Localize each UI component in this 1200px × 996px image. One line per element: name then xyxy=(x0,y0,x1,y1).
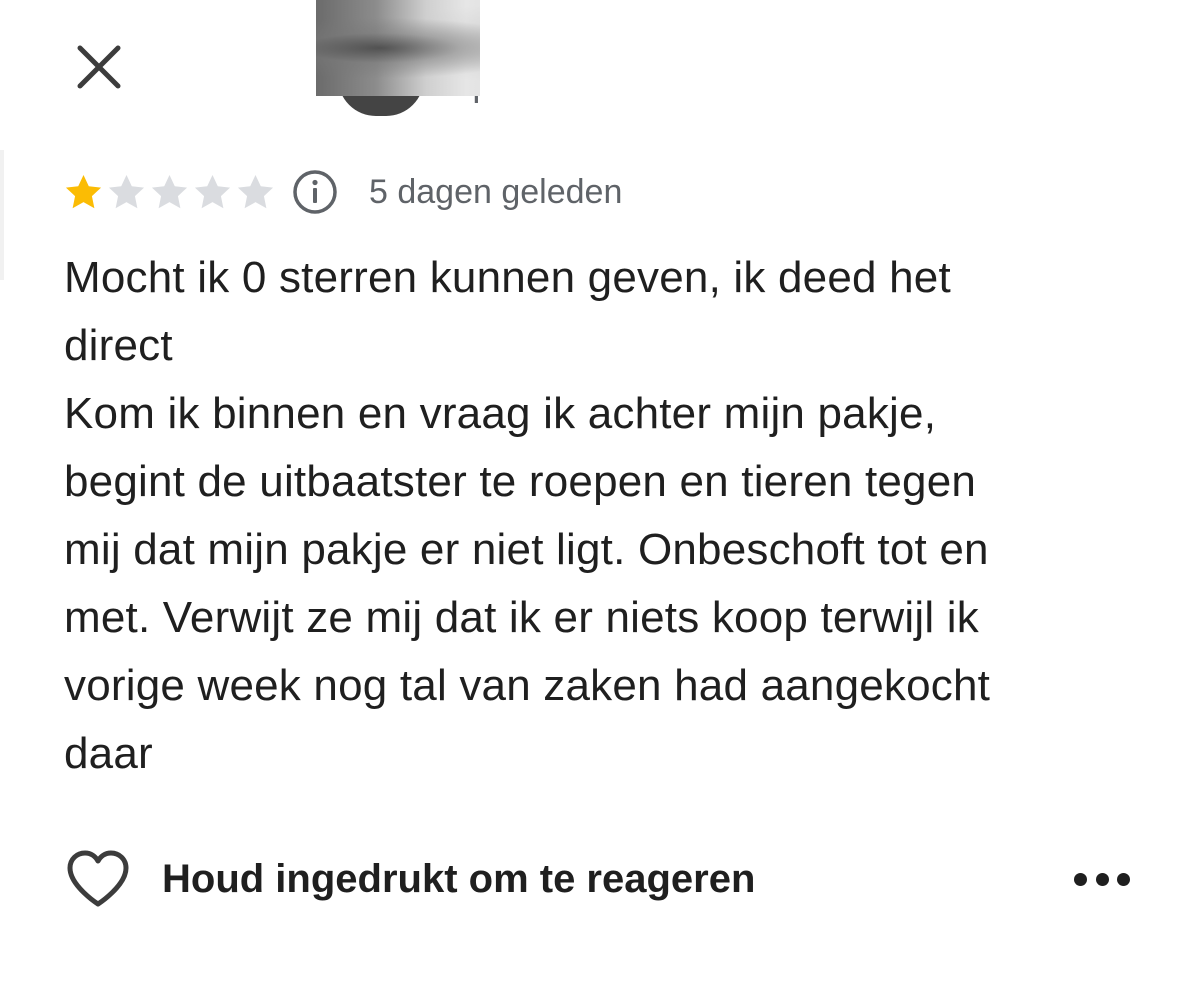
star-empty-icon xyxy=(237,174,274,208)
like-button[interactable] xyxy=(64,846,132,912)
review-text: Mocht ik 0 sterren kunnen geven, ik deed… xyxy=(64,253,991,778)
star-empty-icon xyxy=(151,174,188,208)
more-options-icon xyxy=(1117,872,1130,886)
star-empty-icon xyxy=(194,174,231,208)
close-icon xyxy=(77,45,121,89)
left-edge-divider xyxy=(0,150,4,280)
star-rating xyxy=(62,171,277,214)
rating-row: 5 dagen geleden xyxy=(62,166,622,218)
review-footer: Houd ingedrukt om te reageren xyxy=(64,846,1144,912)
heart-icon xyxy=(67,850,129,907)
like-label: Houd ingedrukt om te reageren xyxy=(162,856,756,901)
star-empty-icon xyxy=(108,174,145,208)
more-options-button[interactable] xyxy=(1074,862,1130,896)
more-options-icon xyxy=(1095,872,1109,886)
redacted-reviewer-name xyxy=(316,0,480,96)
more-options-icon xyxy=(1074,872,1087,886)
close-button[interactable] xyxy=(72,40,126,94)
star-filled-icon xyxy=(65,174,102,208)
review-date: 5 dagen geleden xyxy=(369,173,623,211)
info-icon[interactable] xyxy=(291,168,339,216)
reviewer-header[interactable]: Preview xyxy=(158,0,480,120)
